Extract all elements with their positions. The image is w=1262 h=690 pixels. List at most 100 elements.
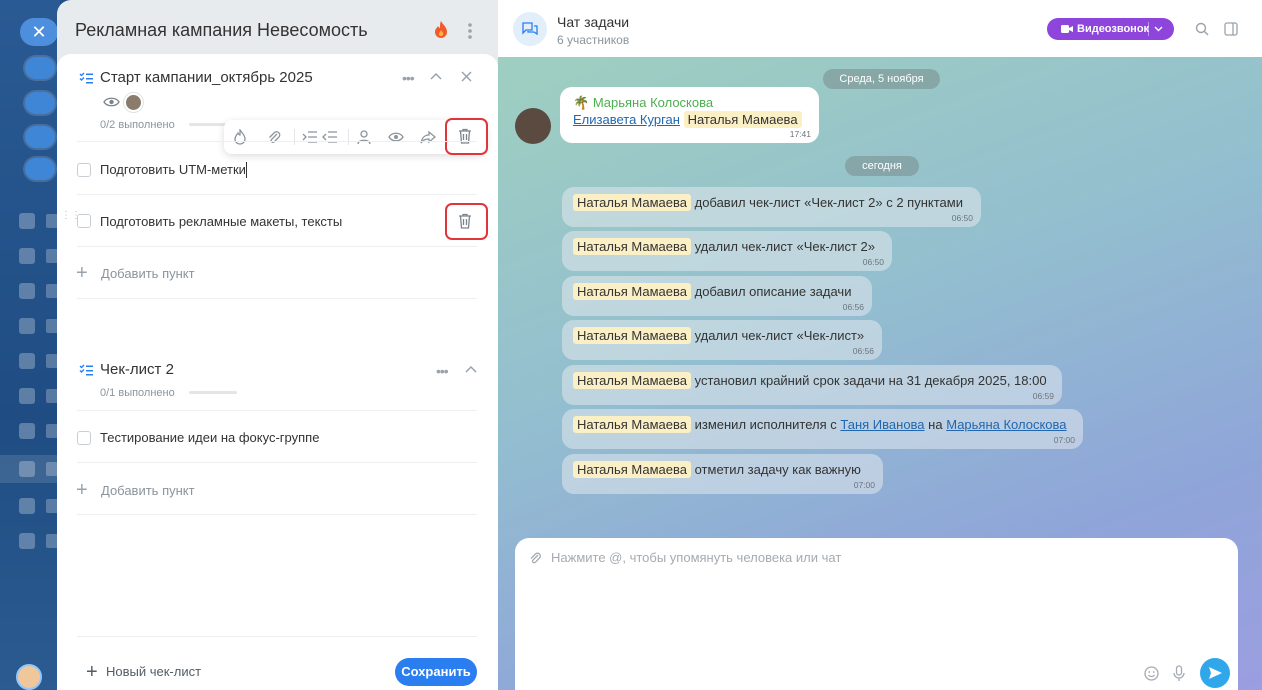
app-sidebar: ✕ bbox=[0, 0, 60, 690]
checklist-menu-icon[interactable]: ••• bbox=[402, 70, 415, 86]
close-icon[interactable] bbox=[461, 71, 472, 82]
chevron-down-icon[interactable] bbox=[1154, 26, 1163, 32]
chevron-up-icon[interactable] bbox=[430, 71, 442, 81]
more-vertical-icon[interactable] bbox=[466, 22, 474, 40]
sidebar-item[interactable] bbox=[0, 312, 60, 340]
outdent-icon[interactable] bbox=[322, 129, 338, 145]
tasks-icon bbox=[19, 461, 35, 477]
eye-icon[interactable] bbox=[103, 96, 120, 108]
checklist-title[interactable]: Старт кампании_октябрь 2025 bbox=[100, 69, 313, 86]
system-message: Наталья Мамаева установил крайний срок з… bbox=[562, 365, 1062, 405]
checklist-progress: 0/2 выполнено bbox=[100, 119, 175, 131]
print-button[interactable] bbox=[25, 158, 55, 180]
chat-avatar bbox=[513, 12, 547, 46]
paperclip-icon[interactable] bbox=[266, 129, 282, 145]
system-message: Наталья Мамаева удалил чек-лист «Чек-лис… bbox=[562, 231, 892, 271]
person-icon[interactable] bbox=[356, 129, 372, 145]
plus-icon[interactable]: + bbox=[76, 480, 88, 500]
chat-icon bbox=[19, 353, 35, 369]
mention-link[interactable]: Елизавета Курган bbox=[573, 112, 680, 127]
document-icon bbox=[19, 318, 35, 334]
sidebar-item[interactable] bbox=[0, 277, 60, 305]
checklist-progress: 0/1 выполнено bbox=[100, 387, 175, 399]
system-message: Наталья Мамаева отметил задачу как важну… bbox=[562, 454, 883, 494]
sidebar-toggle-icon[interactable] bbox=[1224, 22, 1238, 36]
checklist-item-text[interactable]: Тестирование идеи на фокус-группе bbox=[100, 430, 319, 445]
sidebar-item[interactable] bbox=[0, 527, 60, 555]
add-item-button[interactable]: Добавить пункт bbox=[101, 483, 195, 498]
user-tag[interactable]: Наталья Мамаева bbox=[573, 194, 691, 211]
user-tag[interactable]: Наталья Мамаева bbox=[573, 372, 691, 389]
sidebar-item-tasks[interactable] bbox=[0, 455, 60, 483]
checklist-icon bbox=[79, 364, 93, 376]
filter-icon bbox=[19, 283, 35, 299]
message-author[interactable]: Марьяна Колоскова bbox=[593, 95, 713, 110]
date-separator: Среда, 5 ноября bbox=[823, 69, 940, 89]
progress-bar bbox=[189, 391, 237, 394]
user-tag[interactable]: Наталья Мамаева bbox=[573, 283, 691, 300]
sidebar-item[interactable] bbox=[0, 492, 60, 520]
camera-icon bbox=[1061, 25, 1073, 33]
sidebar-item[interactable] bbox=[0, 382, 60, 410]
user-tag[interactable]: Наталья Мамаева bbox=[573, 238, 691, 255]
checklist-icon bbox=[79, 72, 93, 84]
checklist-menu-icon[interactable]: ••• bbox=[436, 363, 449, 379]
eye-icon[interactable] bbox=[388, 129, 404, 145]
people-icon bbox=[19, 423, 35, 439]
trash-icon[interactable] bbox=[458, 213, 472, 229]
flame-icon[interactable] bbox=[232, 129, 248, 145]
user-tag[interactable]: Наталья Мамаева bbox=[573, 327, 691, 344]
sidebar-item[interactable] bbox=[0, 347, 60, 375]
share-arrow-icon[interactable] bbox=[420, 129, 436, 145]
add-item-button[interactable]: Добавить пункт bbox=[101, 266, 195, 281]
sidebar-item[interactable] bbox=[0, 242, 60, 270]
mention-tag[interactable]: Наталья Мамаева bbox=[683, 111, 802, 128]
observer-avatar[interactable] bbox=[124, 93, 143, 112]
system-message: Наталья Мамаева добавил описание задачи … bbox=[562, 276, 872, 316]
author-avatar[interactable] bbox=[515, 108, 551, 144]
paperclip-icon[interactable] bbox=[529, 551, 541, 565]
send-button[interactable] bbox=[1200, 658, 1230, 688]
system-message: Наталья Мамаева удалил чек-лист «Чек-лис… bbox=[562, 320, 882, 360]
item-checkbox[interactable] bbox=[77, 214, 91, 228]
indent-icon[interactable] bbox=[302, 129, 318, 145]
minimize-button[interactable] bbox=[25, 92, 55, 114]
search-icon[interactable] bbox=[1195, 22, 1209, 36]
video-call-button[interactable]: Видеозвонок bbox=[1047, 18, 1174, 40]
plus-icon[interactable]: + bbox=[76, 263, 88, 283]
item-checkbox[interactable] bbox=[77, 163, 91, 177]
date-separator: сегодня bbox=[845, 156, 919, 176]
sidebar-item[interactable] bbox=[0, 417, 60, 445]
user-tag[interactable]: Наталья Мамаева bbox=[573, 416, 691, 433]
chat-participants[interactable]: 6 участников bbox=[557, 33, 629, 47]
task-title: Рекламная кампания Невесомость bbox=[75, 20, 368, 40]
user-link[interactable]: Марьяна Колоскова bbox=[946, 417, 1066, 432]
user-tag[interactable]: Наталья Мамаева bbox=[573, 461, 691, 478]
checklist-item-text[interactable]: Подготовить UTM-метки bbox=[100, 162, 246, 177]
new-checklist-button[interactable]: Новый чек-лист bbox=[106, 664, 201, 679]
message-bubble: 🌴 Марьяна Колоскова Елизавета Курган Нат… bbox=[560, 87, 819, 143]
user-link[interactable]: Таня Иванова bbox=[840, 417, 924, 432]
chat-title: Чат задачи bbox=[557, 14, 630, 30]
close-slider-button[interactable]: ✕ bbox=[20, 18, 58, 46]
copy-link-button[interactable] bbox=[25, 57, 55, 79]
sidebar-item[interactable] bbox=[0, 207, 60, 235]
chevron-up-icon[interactable] bbox=[465, 364, 477, 374]
message-time: 17:41 bbox=[789, 129, 811, 139]
fire-icon[interactable] bbox=[432, 20, 450, 40]
message-input-placeholder: Нажмите @, чтобы упомянуть человека или … bbox=[551, 550, 842, 565]
checklist-title[interactable]: Чек-лист 2 bbox=[100, 361, 174, 378]
microphone-icon[interactable] bbox=[1173, 665, 1185, 682]
emoji-icon[interactable] bbox=[1144, 666, 1159, 681]
video-call-label: Видеозвонок bbox=[1077, 23, 1150, 35]
user-avatar[interactable] bbox=[16, 664, 42, 690]
item-checkbox[interactable] bbox=[77, 431, 91, 445]
mail-icon bbox=[19, 213, 35, 229]
plus-icon[interactable]: + bbox=[86, 662, 98, 682]
save-button[interactable]: Сохранить bbox=[395, 658, 477, 686]
open-new-window-button[interactable] bbox=[25, 126, 55, 148]
text-cursor bbox=[246, 162, 247, 178]
edit-icon bbox=[19, 248, 35, 264]
chat-bubbles-icon bbox=[522, 22, 538, 36]
checklist-item-text[interactable]: Подготовить рекламные макеты, тексты bbox=[100, 214, 342, 229]
